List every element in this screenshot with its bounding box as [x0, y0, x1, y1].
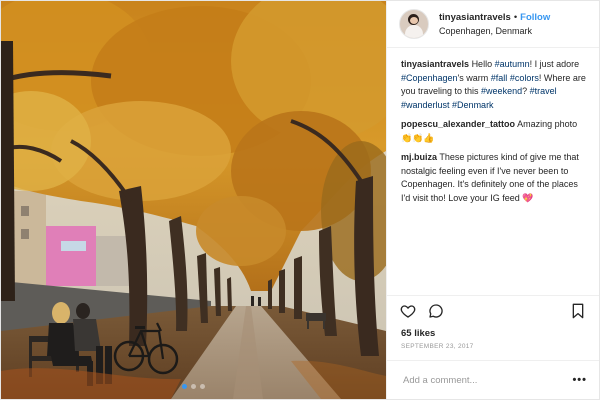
carousel-dot[interactable] [191, 384, 196, 389]
comment-item: popescu_alexander_tattoo Amazing photo 👏… [401, 118, 587, 145]
hashtag-link[interactable]: #weekend [481, 86, 522, 96]
caption: tinyasiantravels Hello #autumn! I just a… [401, 58, 587, 112]
caption-fragment: Hello [471, 59, 495, 69]
hashtag-link[interactable]: #Denmark [452, 100, 494, 110]
caption-fragment: ! I just adore [529, 59, 580, 69]
hashtag-link[interactable]: #colors [510, 73, 539, 83]
hashtag-link[interactable]: #wanderlust [401, 100, 450, 110]
carousel-dot[interactable] [182, 384, 187, 389]
add-comment-input[interactable] [401, 373, 573, 387]
comment-username[interactable]: mj.buiza [401, 152, 437, 162]
instagram-post: tinyasiantravels • Follow Copenhagen, De… [0, 0, 600, 400]
more-options-icon[interactable]: ••• [572, 374, 587, 386]
comment-emoji: 👏👏👍 [401, 132, 435, 143]
carousel-dot[interactable] [200, 384, 205, 389]
post-header: tinyasiantravels • Follow Copenhagen, De… [387, 1, 599, 48]
hashtag-link[interactable]: #autumn [495, 59, 530, 69]
bookmark-icon[interactable] [569, 302, 587, 320]
post-sidebar: tinyasiantravels • Follow Copenhagen, De… [386, 1, 599, 399]
comment-bubble-icon[interactable] [427, 302, 445, 320]
comment-username[interactable]: popescu_alexander_tattoo [401, 119, 515, 129]
autumn-avenue-photo [1, 1, 386, 399]
likes-count[interactable]: 65 likes [387, 326, 599, 339]
avatar[interactable] [399, 9, 429, 39]
hashtag-link[interactable]: #fall [491, 73, 508, 83]
caption-fragment: 's warm [457, 72, 491, 83]
post-photo[interactable] [1, 1, 386, 399]
comment-text: Amazing photo [517, 119, 578, 129]
caption-fragment: ? [522, 86, 530, 96]
comment-emoji: 💖 [522, 192, 534, 203]
add-comment-bar: ••• [387, 360, 599, 399]
comments-list: tinyasiantravels Hello #autumn! I just a… [387, 48, 599, 295]
header-text: tinyasiantravels • Follow Copenhagen, De… [439, 12, 550, 36]
hashtag-link[interactable]: #Copenhagen [401, 73, 458, 83]
post-date: SEPTEMBER 23, 2017 [401, 343, 474, 350]
comment-item: mj.buiza These pictures kind of give me … [401, 151, 587, 205]
heart-outline-icon[interactable] [399, 302, 417, 320]
carousel-dots [1, 384, 386, 389]
action-bar [387, 295, 599, 326]
caption-username[interactable]: tinyasiantravels [401, 59, 469, 69]
username-link[interactable]: tinyasiantravels [439, 12, 511, 23]
separator-dot: • [513, 12, 518, 23]
follow-button[interactable]: Follow [520, 12, 550, 23]
location-link[interactable]: Copenhagen, Denmark [439, 26, 550, 36]
hashtag-link[interactable]: #travel [530, 86, 557, 96]
